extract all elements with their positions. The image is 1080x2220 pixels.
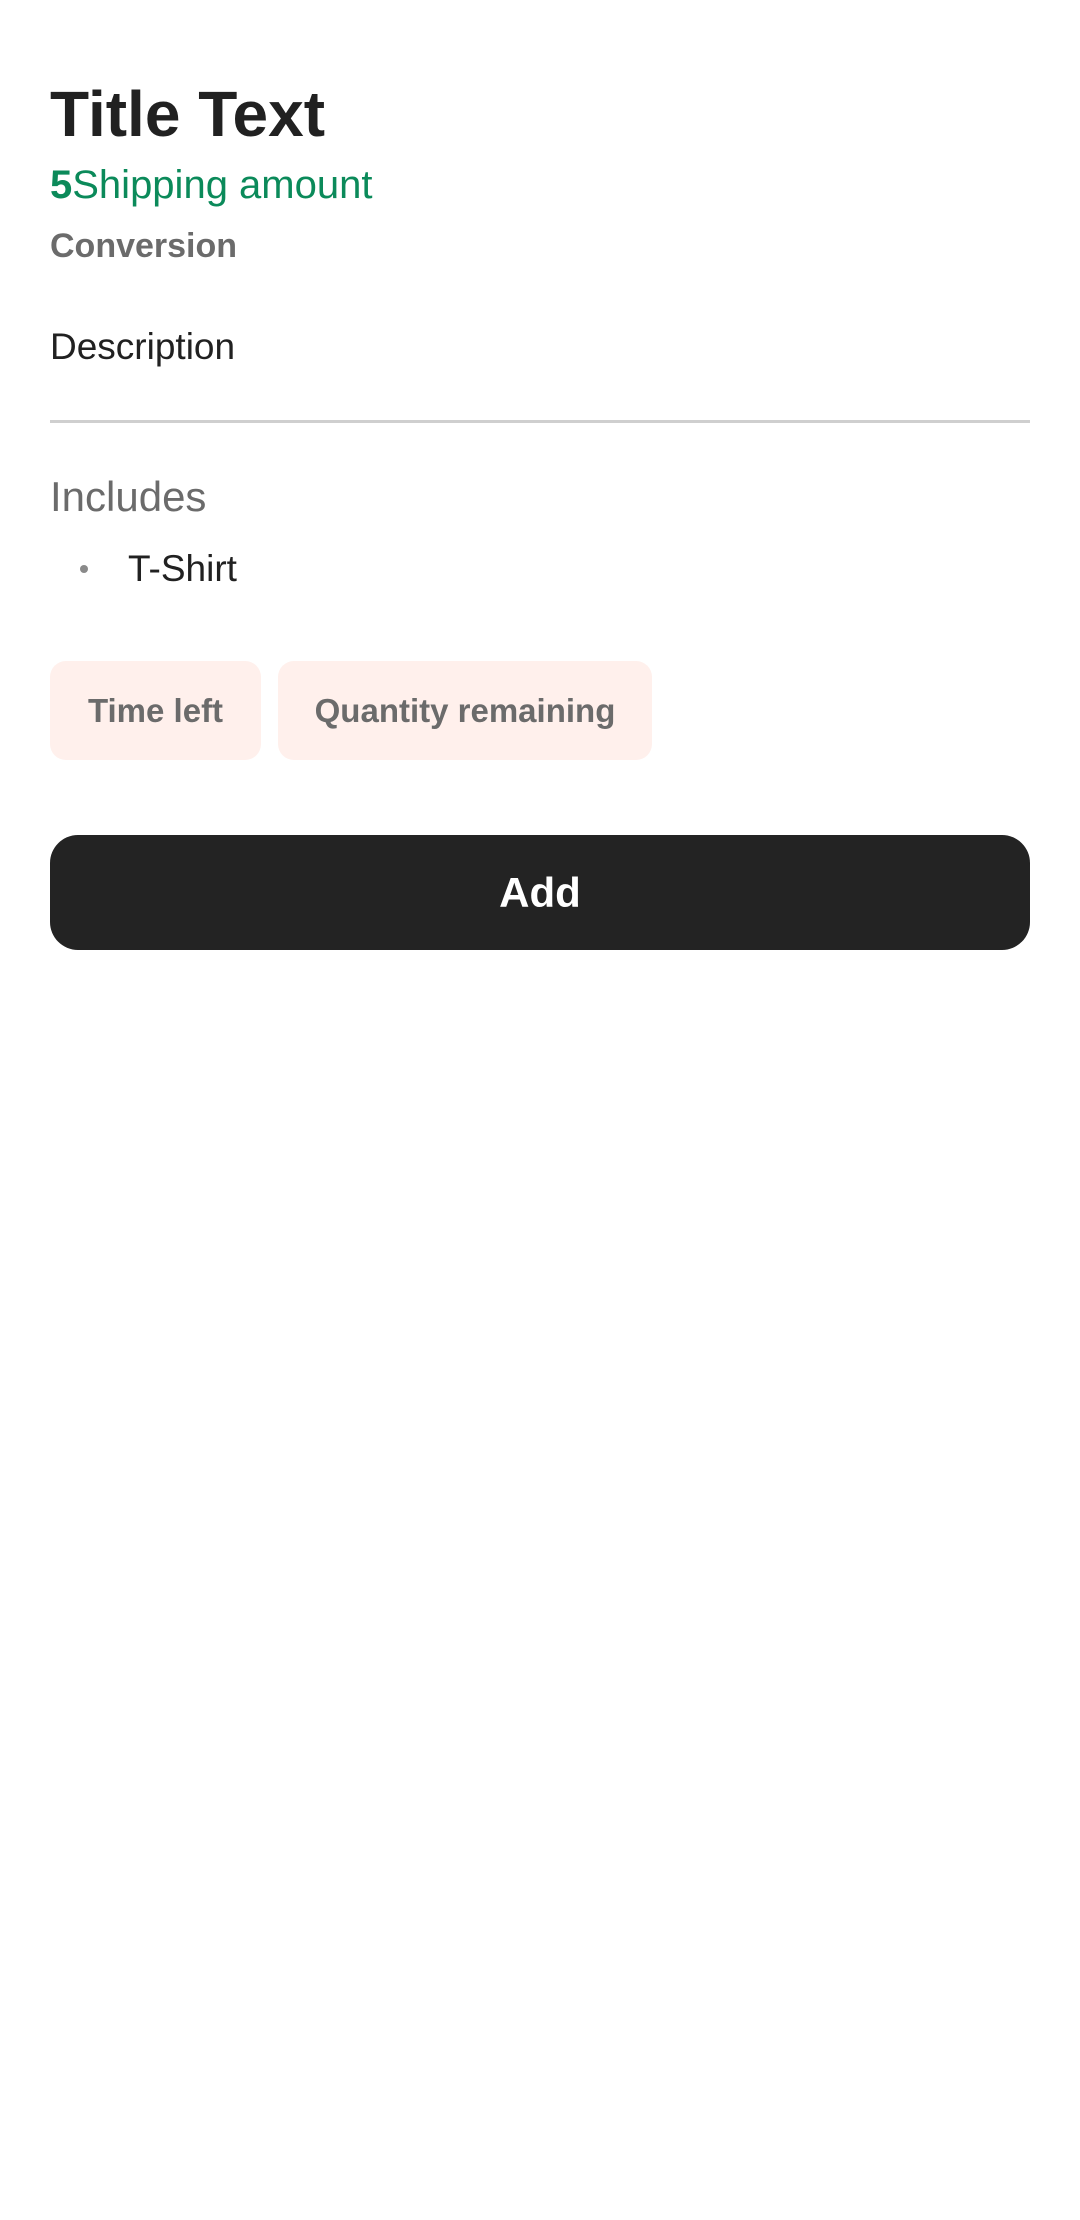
includes-heading: Includes [50,473,207,520]
shipping-price-value: 5 [50,163,73,207]
description-text: Description [50,326,236,367]
shipping-price-label: Shipping amount [72,163,373,207]
list-item: T-Shirt [80,546,237,592]
include-item-label: T-Shirt [128,548,237,589]
conversion-label: Conversion [50,227,238,265]
add-button[interactable]: Add [50,835,1030,950]
bullet-icon [80,565,88,573]
divider [50,420,1030,423]
page-title: Title Text [50,78,326,150]
shipping-price: 5Shipping amount [50,160,372,210]
quantity-remaining-chip: Quantity remaining [278,661,652,760]
time-left-chip: Time left [50,661,261,760]
